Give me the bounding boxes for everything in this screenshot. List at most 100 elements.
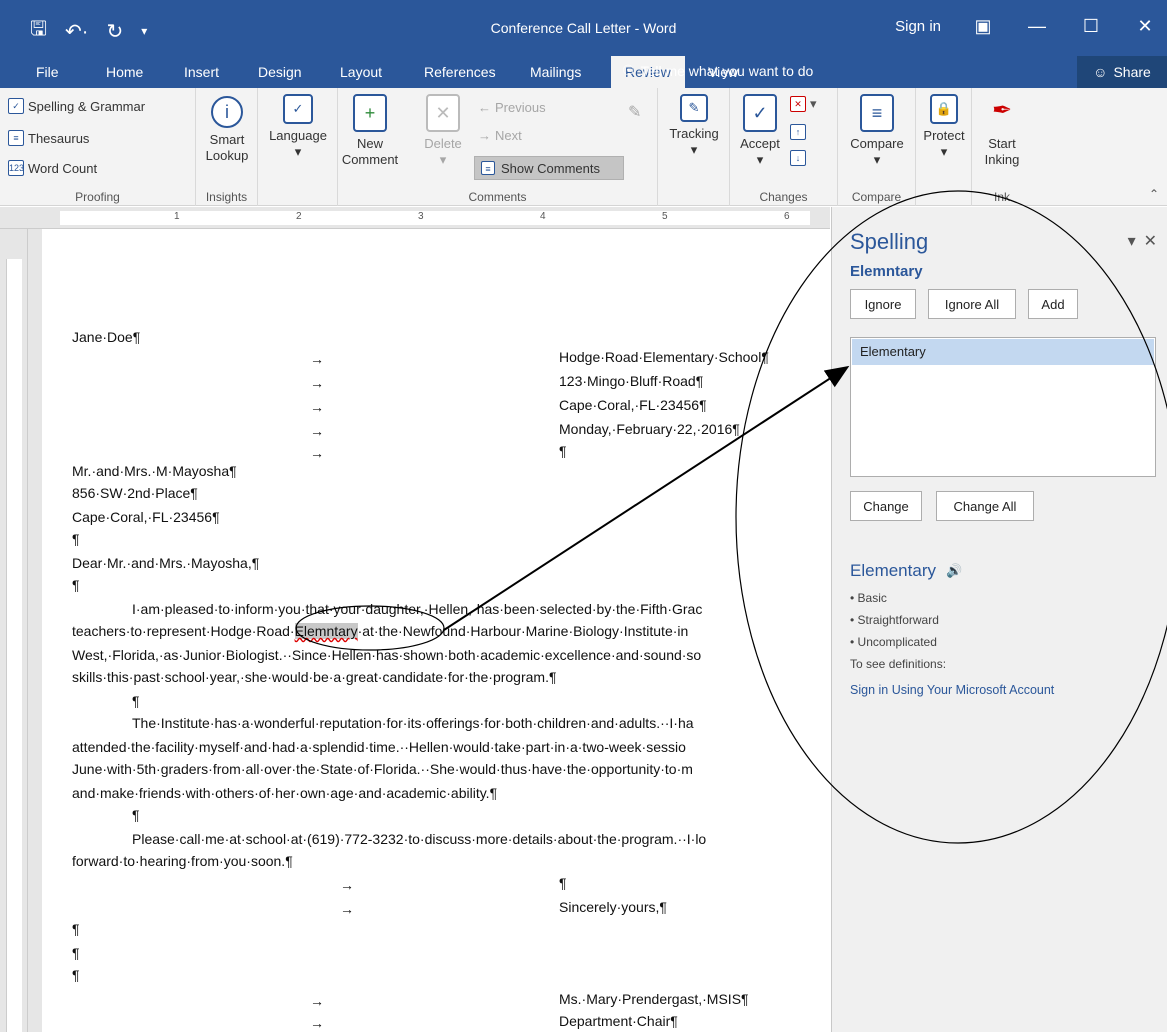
change-all-button[interactable]: Change All xyxy=(936,491,1034,521)
doc-line: Monday,·February·22,·2016¶ xyxy=(559,421,740,437)
add-button[interactable]: Add xyxy=(1028,289,1078,319)
suggestions-list[interactable]: Elementary xyxy=(850,337,1156,477)
protect-label: Protect xyxy=(923,128,965,143)
spelling-grammar-button[interactable]: ✓ Spelling & Grammar xyxy=(8,98,145,114)
tell-me-search[interactable]: ☉ Tell me what you want to do xyxy=(622,62,813,79)
person-icon: ☺ xyxy=(1093,64,1108,80)
previous-comment-icon: ← xyxy=(478,100,491,115)
new-comment-icon: + xyxy=(353,94,387,132)
collapse-ribbon-icon[interactable]: ⌃ xyxy=(1149,187,1159,201)
misspelled-word-label: Elemntary xyxy=(850,263,923,280)
doc-line: attended·the·facility·myself·and·had·a·s… xyxy=(72,739,686,755)
show-comments-icon: ≡ xyxy=(481,161,495,175)
change-button[interactable]: Change xyxy=(850,491,922,521)
tab-insert[interactable]: Insert xyxy=(184,64,219,80)
tracking-button[interactable]: ✎ Tracking ▾ xyxy=(664,94,724,158)
previous-comment-button[interactable]: ← Previous xyxy=(478,100,546,115)
delete-comment-button[interactable]: ✕ Delete ▾ xyxy=(418,94,468,168)
tab-layout[interactable]: Layout xyxy=(340,64,382,80)
see-definitions-label: To see definitions: xyxy=(850,657,947,671)
previous-change-button[interactable]: ↑ xyxy=(790,124,806,140)
doc-line: Ms.·Mary·Prendergast,·MSIS¶ xyxy=(559,991,749,1007)
new-comment-button[interactable]: + New Comment xyxy=(338,94,402,168)
doc-line: ¶ xyxy=(559,875,567,891)
tab-arrow: → xyxy=(310,423,324,439)
smart-lookup-label-2: Lookup xyxy=(205,148,249,163)
show-comments-button[interactable]: ≡ Show Comments xyxy=(474,156,624,180)
tracking-caret-icon: ▾ xyxy=(690,142,698,157)
doc-line: Dear·Mr.·and·Mrs.·Mayosha,¶ xyxy=(72,555,260,571)
sign-in-microsoft-link[interactable]: Sign in Using Your Microsoft Account xyxy=(850,683,1054,697)
word-count-label: Word Count xyxy=(28,160,98,176)
ignore-all-button[interactable]: Ignore All xyxy=(928,289,1016,319)
ruler-number: 6 xyxy=(784,211,790,222)
doc-line: ¶ xyxy=(72,945,80,961)
ruler-number: 3 xyxy=(418,211,424,222)
tab-arrow: → xyxy=(310,351,324,367)
misspelled-word[interactable]: Elemntary xyxy=(294,623,358,639)
ruler-number: 2 xyxy=(296,211,302,222)
accept-icon: ✓ xyxy=(743,94,777,132)
group-proofing: ✓ Spelling & Grammar ≡ Thesaurus 123 Wor… xyxy=(0,88,196,206)
document-page[interactable]: Jane·Doe¶ → Hodge·Road·Elementary·School… xyxy=(42,229,830,1032)
next-comment-button[interactable]: → Next xyxy=(478,128,522,143)
reject-icon: ✕ xyxy=(790,96,806,112)
start-inking-button[interactable]: ✒ Start Inking xyxy=(976,94,1028,168)
doc-line: Please·call·me·at·school·at·(619)·772-32… xyxy=(132,831,707,847)
smart-lookup-icon: i xyxy=(211,96,243,128)
reject-button[interactable]: ✕ ▾ xyxy=(790,96,817,112)
language-button[interactable]: ✓ Language ▾ xyxy=(264,94,332,160)
smart-lookup-button[interactable]: i Smart Lookup xyxy=(200,96,254,164)
word-count-button[interactable]: 123 Word Count xyxy=(8,160,97,176)
suggestion-item[interactable]: Elementary xyxy=(852,339,1154,365)
synonym-item: • Uncomplicated xyxy=(850,635,937,649)
ruler-text-area xyxy=(60,211,810,225)
share-button[interactable]: ☺ Share xyxy=(1077,56,1167,88)
protect-button[interactable]: 🔒 Protect ▾ xyxy=(918,94,970,160)
doc-line: 123·Mingo·Bluff·Road¶ xyxy=(559,373,704,389)
minimize-icon[interactable]: — xyxy=(1025,16,1049,37)
comments-group-label: Comments xyxy=(468,190,527,204)
sign-in-link[interactable]: Sign in xyxy=(895,18,941,35)
maximize-icon[interactable]: ☐ xyxy=(1079,16,1103,37)
group-protect: 🔒 Protect ▾ xyxy=(916,88,972,206)
horizontal-ruler: 1 2 3 4 5 6 xyxy=(0,207,830,229)
spelling-check-icon: ✓ xyxy=(8,98,24,114)
doc-line: Mr.·and·Mrs.·M·Mayosha¶ xyxy=(72,463,237,479)
tab-file[interactable]: File xyxy=(36,64,59,80)
speaker-icon[interactable]: 🔊 xyxy=(946,563,962,579)
ignore-button[interactable]: Ignore xyxy=(850,289,916,319)
synonym-list: • Basic • Straightforward • Uncomplicate… xyxy=(850,587,946,675)
tell-me-text: Tell me what you want to do xyxy=(640,62,814,79)
tab-home[interactable]: Home xyxy=(106,64,143,80)
doc-line: I·am·pleased·to·inform·you·that·your·dau… xyxy=(132,601,703,617)
tab-mailings[interactable]: Mailings xyxy=(530,64,581,80)
accept-label: Accept xyxy=(740,136,780,151)
compare-button[interactable]: ≡ Compare ▾ xyxy=(842,94,912,168)
tab-references[interactable]: References xyxy=(424,64,496,80)
compare-label: Compare xyxy=(850,136,904,151)
doc-line: Jane·Doe¶ xyxy=(72,329,141,345)
thesaurus-button[interactable]: ≡ Thesaurus xyxy=(8,130,89,146)
group-comments: + New Comment ✕ Delete ▾ ← Previous → Ne… xyxy=(338,88,658,206)
delete-label: Delete xyxy=(424,136,462,151)
start-inking-label-1: Start xyxy=(988,136,1016,151)
tab-design[interactable]: Design xyxy=(258,64,302,80)
vertical-ruler xyxy=(0,229,28,1032)
next-change-button[interactable]: ↓ xyxy=(790,150,806,166)
doc-line: ¶ xyxy=(72,577,80,593)
tab-arrow: → xyxy=(340,877,354,893)
ruler-number: 5 xyxy=(662,211,668,222)
doc-line: ¶ xyxy=(132,693,140,709)
ink-comment-icon[interactable]: ✎ xyxy=(628,102,641,122)
ribbon-display-options-icon[interactable]: ▣ xyxy=(971,16,995,37)
proofing-group-label: Proofing xyxy=(75,190,120,204)
accept-button[interactable]: ✓ Accept ▾ xyxy=(734,94,786,168)
close-icon[interactable]: ✕ xyxy=(1133,16,1157,37)
ruler-number: 1 xyxy=(174,211,180,222)
pane-options-icon[interactable]: ▾ xyxy=(1128,231,1136,251)
tracking-label: Tracking xyxy=(669,126,719,141)
compare-group-label: Compare xyxy=(851,190,902,204)
pane-close-icon[interactable]: ✕ xyxy=(1144,231,1157,251)
tab-arrow: → xyxy=(340,901,354,917)
